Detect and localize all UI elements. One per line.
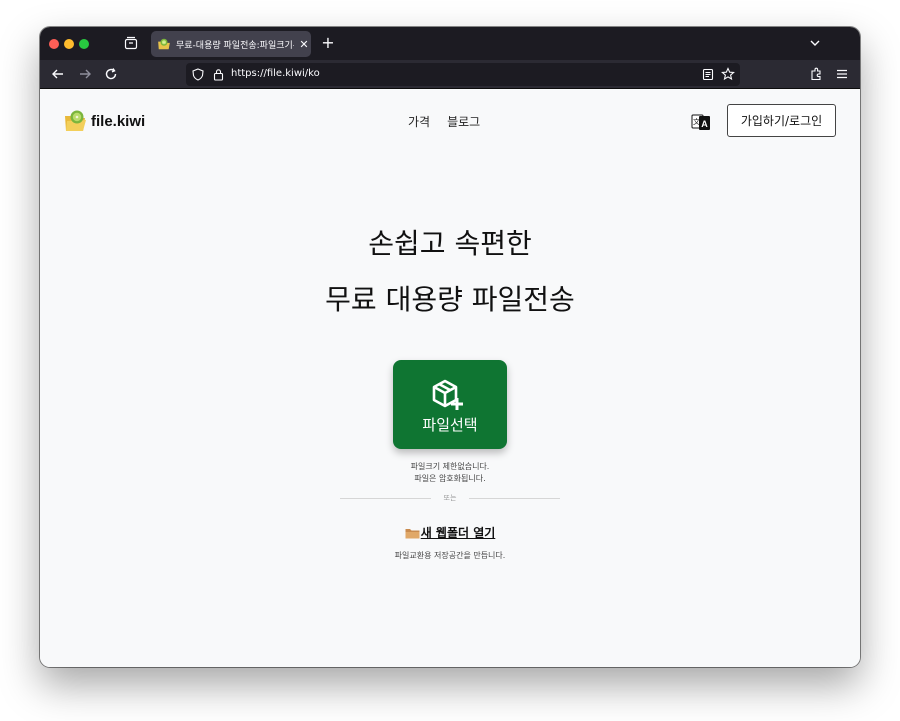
hero-line-2: 무료 대용량 파일전송	[325, 283, 575, 316]
signup-login-button[interactable]: 가입하기/로그인	[727, 104, 836, 137]
back-arrow-icon[interactable]	[51, 67, 65, 81]
box-add-icon	[432, 379, 463, 410]
note-size-unlimited: 파일크기 제한없습니다.	[410, 462, 490, 471]
hero-heading: 손쉽고 속편한 무료 대용량 파일전송	[40, 216, 860, 328]
hamburger-menu-icon[interactable]	[835, 67, 849, 81]
reload-icon[interactable]	[104, 67, 118, 81]
svg-text:A: A	[701, 119, 708, 129]
kiwi-favicon-icon	[158, 38, 170, 50]
svg-text:文: 文	[693, 117, 700, 126]
reader-view-icon[interactable]	[702, 68, 714, 81]
file-select-button[interactable]: 파일선택	[393, 360, 507, 449]
chevron-down-icon[interactable]	[809, 37, 821, 49]
bookmark-star-icon[interactable]	[721, 67, 735, 81]
or-label: 또는	[443, 494, 457, 502]
minimize-window-button[interactable]	[64, 39, 74, 49]
new-tab-button[interactable]: +	[320, 33, 336, 52]
tab-title: 무료-대용량 파일전송:파일크기무제한	[176, 40, 294, 51]
language-translate-icon[interactable]: A 文	[691, 111, 711, 133]
maximize-window-button[interactable]	[79, 39, 89, 49]
navigation-toolbar: https://file.kiwi/ko	[40, 60, 860, 89]
extensions-icon[interactable]	[809, 67, 823, 81]
webfolder-section: 새 웹폴더 열기	[40, 524, 860, 542]
shield-icon[interactable]	[192, 68, 204, 81]
folder-icon	[405, 528, 420, 538]
main-menu: 가격 블로그	[408, 113, 480, 130]
menu-item-pricing[interactable]: 가격	[408, 113, 430, 130]
active-tab[interactable]: 무료-대용량 파일전송:파일크기무제한 ✕	[151, 31, 311, 57]
url-text[interactable]: https://file.kiwi/ko	[231, 68, 320, 79]
note-encrypted: 파일은 암호화됩니다.	[414, 474, 486, 483]
hero-line-1: 손쉽고 속편한	[368, 227, 532, 260]
menu-item-blog[interactable]: 블로그	[447, 113, 480, 130]
kiwi-folder-logo-icon	[65, 110, 86, 131]
new-webfolder-label: 새 웹폴더 열기	[420, 526, 496, 540]
browser-window: 무료-대용량 파일전송:파일크기무제한 ✕ +	[40, 27, 860, 667]
close-window-button[interactable]	[49, 39, 59, 49]
lock-icon[interactable]	[213, 68, 224, 81]
url-path: /ko	[304, 68, 320, 79]
new-webfolder-link[interactable]: 새 웹폴더 열기	[405, 524, 496, 541]
tab-bar: 무료-대용량 파일전송:파일크기무제한 ✕ +	[40, 27, 860, 60]
webfolder-description: 파일교환용 저장공간을 만듭니다.	[394, 551, 506, 560]
logo-text: file.kiwi	[91, 112, 146, 130]
url-host: file.kiwi	[266, 68, 305, 79]
tab-close-icon[interactable]: ✕	[298, 38, 310, 51]
site-logo[interactable]: file.kiwi	[64, 109, 145, 133]
address-bar[interactable]: https://file.kiwi/ko	[186, 63, 740, 86]
page-content: file.kiwi 가격 블로그 A 文 가입하기/로그인 손쉽고 속편한 무료…	[40, 89, 860, 667]
forward-arrow-icon[interactable]	[78, 67, 92, 81]
tab-overview-icon[interactable]	[124, 36, 138, 50]
url-scheme: https://	[231, 68, 267, 79]
file-select-label: 파일선택	[422, 416, 478, 434]
upload-notes: 파일크기 제한없습니다. 파일은 암호화됩니다.	[40, 461, 860, 485]
